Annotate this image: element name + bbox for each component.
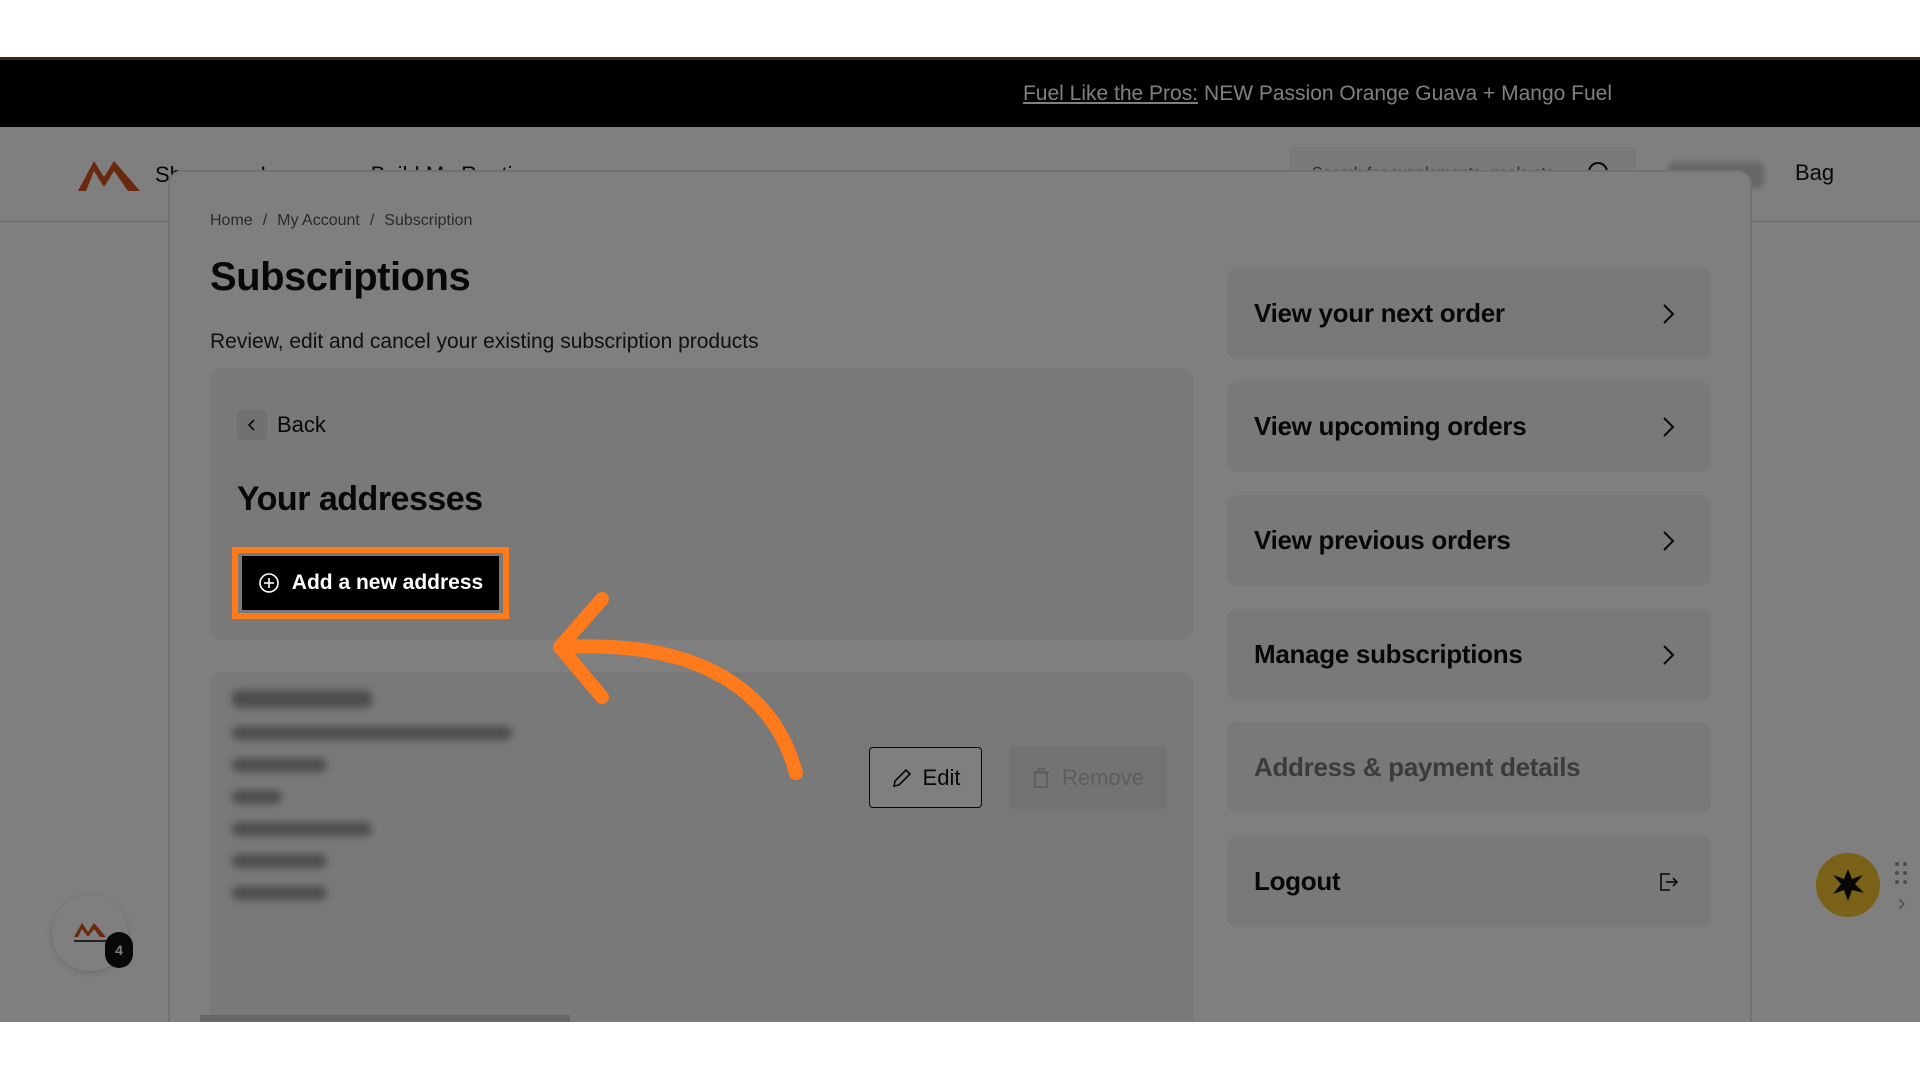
tutorial-arrow-icon bbox=[553, 592, 803, 780]
chevron-right-icon bbox=[1663, 644, 1675, 665]
edit-address-button[interactable]: Edit bbox=[869, 747, 982, 808]
address-details-blurred bbox=[232, 690, 572, 1030]
sidebar-item-label: View previous orders bbox=[1254, 525, 1511, 555]
helper-widget-button[interactable] bbox=[1816, 853, 1880, 917]
sidebar-item-manage-subscriptions[interactable]: Manage subscriptions bbox=[1227, 609, 1711, 700]
sidebar-item-label: Logout bbox=[1254, 866, 1341, 896]
promo-link[interactable]: Fuel Like the Pros: bbox=[1023, 82, 1198, 106]
top-border-line bbox=[0, 57, 1920, 60]
page-description: Review, edit and cancel your existing su… bbox=[210, 330, 759, 353]
pencil-icon bbox=[892, 768, 911, 787]
add-new-address-button[interactable]: Add a new address bbox=[242, 556, 499, 610]
chevron-right-icon bbox=[1663, 530, 1675, 551]
breadcrumb-home[interactable]: Home bbox=[210, 212, 253, 230]
breadcrumb-separator: / bbox=[262, 212, 268, 229]
chevron-right-icon bbox=[1663, 416, 1675, 437]
sidebar-item-next-order[interactable]: View your next order bbox=[1227, 268, 1711, 359]
bottom-margin bbox=[0, 1022, 1920, 1080]
notification-badge: 4 bbox=[105, 932, 133, 968]
promo-text: NEW Passion Orange Guava + Mango Fuel bbox=[1204, 81, 1612, 105]
add-new-address-label: Add a new address bbox=[291, 571, 484, 594]
breadcrumb: Home / My Account / Subscription bbox=[210, 212, 472, 230]
chevron-right-icon bbox=[1663, 303, 1675, 324]
remove-address-button[interactable]: Remove bbox=[1009, 746, 1167, 809]
chevron-left-icon bbox=[237, 410, 267, 440]
brand-logo-icon bbox=[74, 923, 106, 942]
breadcrumb-subscription: Subscription bbox=[384, 212, 473, 229]
sidebar-item-label: View your next order bbox=[1254, 298, 1505, 328]
back-button[interactable]: Back bbox=[237, 410, 326, 440]
trash-icon bbox=[1033, 767, 1050, 788]
breadcrumb-my-account[interactable]: My Account bbox=[277, 212, 360, 230]
drag-handle-icon[interactable] bbox=[1893, 860, 1909, 886]
page-title: Subscriptions bbox=[210, 255, 471, 299]
remove-label: Remove bbox=[1062, 764, 1144, 790]
bag-link[interactable]: Bag bbox=[1795, 160, 1834, 186]
brand-logo-icon[interactable] bbox=[78, 157, 140, 191]
chevron-right-icon[interactable] bbox=[1894, 897, 1908, 911]
sidebar-item-label: View upcoming orders bbox=[1254, 411, 1527, 441]
logout-icon bbox=[1660, 872, 1679, 891]
sidebar-item-address-payment[interactable]: Address & payment details bbox=[1227, 722, 1711, 813]
addresses-title: Your addresses bbox=[237, 480, 483, 518]
sidebar-item-label: Manage subscriptions bbox=[1254, 639, 1523, 669]
breadcrumb-separator: / bbox=[369, 212, 375, 229]
sidebar-item-logout[interactable]: Logout bbox=[1227, 836, 1711, 927]
sidebar-item-upcoming-orders[interactable]: View upcoming orders bbox=[1227, 381, 1711, 472]
sidebar-item-label: Address & payment details bbox=[1254, 752, 1581, 782]
splat-icon bbox=[1833, 869, 1864, 901]
sidebar-item-previous-orders[interactable]: View previous orders bbox=[1227, 495, 1711, 586]
edit-label: Edit bbox=[922, 764, 961, 790]
promo-banner: Fuel Like the Pros: NEW Passion Orange G… bbox=[0, 60, 1920, 127]
back-label: Back bbox=[277, 412, 326, 437]
plus-circle-icon bbox=[258, 573, 279, 593]
